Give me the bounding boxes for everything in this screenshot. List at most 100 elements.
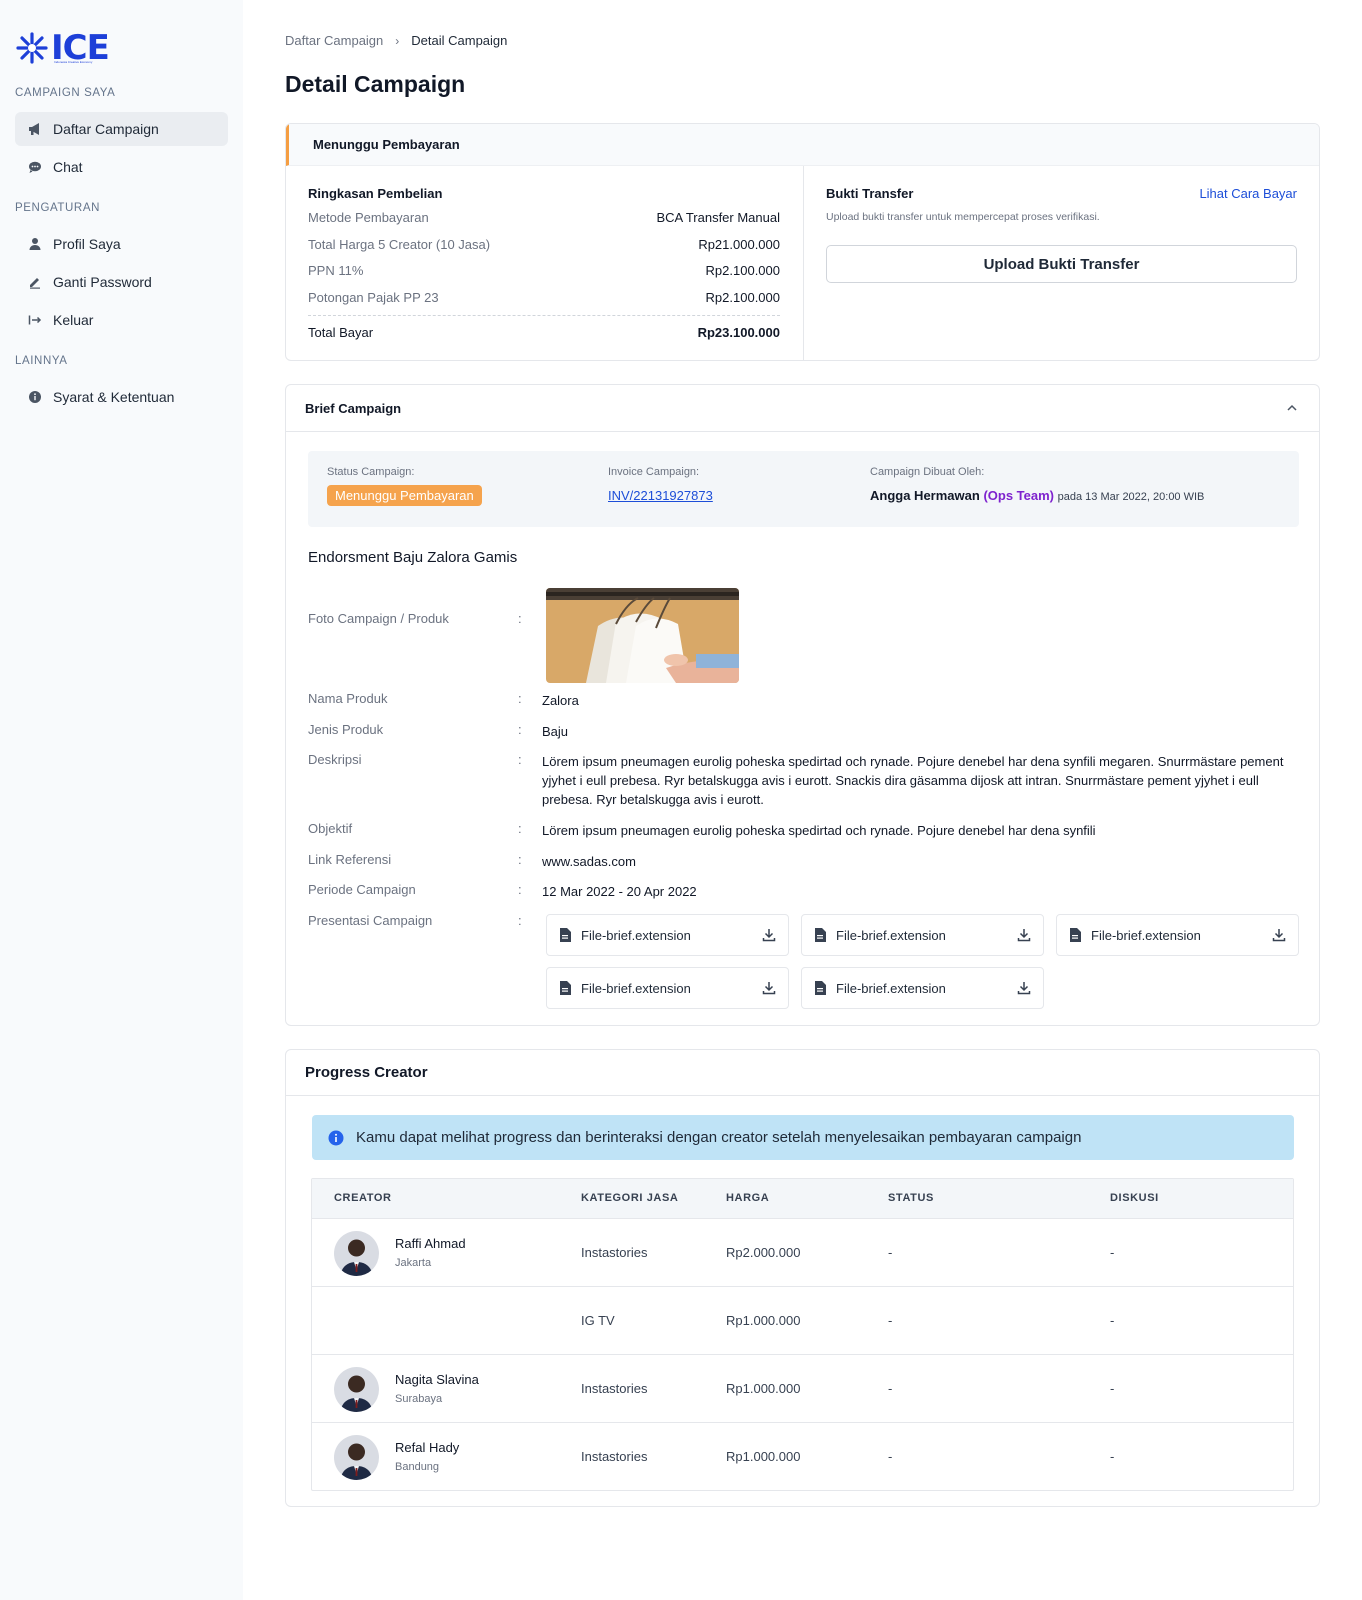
summary-label: Potongan Pajak PP 23 [308,289,439,305]
document-icon [815,981,826,995]
avatar [334,1435,379,1480]
discussion: - [1110,1245,1115,1260]
summary-value: BCA Transfer Manual [656,210,780,225]
summary-label: Metode Pembayaran [308,210,429,225]
file-item[interactable]: File-brief.extension [546,914,789,956]
brand-tagline: Indonesia Creative Economy [54,60,93,64]
download-icon[interactable] [762,981,776,995]
campaign-name: Endorsment Baju Zalora Gamis [308,549,518,566]
total-label: Total Bayar [308,325,374,340]
field-label: Deskripsi [308,752,362,767]
transfer-title: Bukti Transfer [826,186,914,201]
brief-campaign-card: Brief Campaign Status Campaign: Menunggu… [285,384,1320,1026]
document-icon [815,928,826,942]
nav-group-pengaturan: PENGATURAN Profil Saya Ganti Password Ke… [15,201,228,337]
download-icon[interactable] [1272,928,1286,942]
summary-value: Rp2.100.000 [705,289,780,305]
reference-link[interactable]: www.sadas.com [542,852,636,871]
file-item[interactable]: File-brief.extension [546,967,789,1009]
column-header: STATUS [888,1192,934,1204]
sidebar-item-ganti-password[interactable]: Ganti Password [15,265,228,299]
column-header: CREATOR [334,1192,392,1204]
field-presentasi: Presentasi Campaign : [308,913,542,928]
info-banner: Kamu dapat melihat progress dan berinter… [312,1115,1294,1160]
field-label: Link Referensi [308,852,392,867]
download-icon[interactable] [1017,981,1031,995]
nav-group-campaign: CAMPAIGN SAYA Daftar Campaign Chat [15,86,228,184]
megaphone-icon [27,121,43,137]
field-label: Objektif [308,821,353,836]
invoice-link[interactable]: INV/22131927873 [608,488,713,503]
breadcrumb: Daftar Campaign › Detail Campaign [285,33,507,48]
file-name: File-brief.extension [1091,927,1201,943]
price: Rp1.000.000 [726,1313,801,1328]
table-row: Raffi Ahmad Jakarta Instastories Rp2.000… [312,1218,1293,1286]
transfer-hint: Upload bukti transfer untuk mempercepat … [826,211,1100,223]
sidebar-item-daftar-campaign[interactable]: Daftar Campaign [15,112,228,146]
file-name: File-brief.extension [836,980,946,996]
field-label: Jenis Produk [308,722,384,737]
progress-title: Progress Creator [286,1050,1319,1096]
price: Rp1.000.000 [726,1381,801,1396]
campaign-status-box: Status Campaign: Menunggu Pembayaran Inv… [308,451,1299,527]
invoice-col: Invoice Campaign: INV/22131927873 [608,466,713,503]
sidebar-item-profil-saya[interactable]: Profil Saya [15,227,228,261]
upload-proof-button[interactable]: Upload Bukti Transfer [826,245,1297,283]
column-header: KATEGORI JASA [581,1192,679,1204]
created-by-name: Angga Hermawan [870,488,980,503]
document-icon [1070,928,1081,942]
dashed-divider [308,315,780,316]
field-label: Periode Campaign [308,882,416,897]
status: - [888,1313,893,1328]
download-icon[interactable] [762,928,776,942]
column-header: DISKUSI [1110,1192,1159,1204]
field-label: Presentasi Campaign [308,913,433,928]
status: - [888,1245,893,1260]
file-item[interactable]: File-brief.extension [1056,914,1299,956]
created-date: pada 13 Mar 2022, 20:00 WIB [1057,491,1205,503]
field-nama-produk: Nama Produk : Zalora [308,691,579,710]
service-category: IG TV [581,1313,615,1328]
field-value: Lörem ipsum pneumagen eurolig poheska sp… [542,754,1284,807]
brief-header[interactable]: Brief Campaign [286,385,1319,432]
creator-name: Raffi Ahmad [395,1236,466,1251]
payment-card: Menunggu Pembayaran Ringkasan Pembelian … [285,123,1320,361]
sidebar-item-keluar[interactable]: Keluar [15,303,228,337]
total-value: Rp23.100.000 [697,325,780,340]
file-item[interactable]: File-brief.extension [801,914,1044,956]
field-colon: : [518,882,522,897]
invoice-label: Invoice Campaign: [608,466,700,478]
discussion: - [1110,1449,1115,1464]
pencil-icon [27,274,43,290]
download-icon[interactable] [1017,928,1031,942]
file-name: File-brief.extension [581,980,691,996]
nav-section-title: CAMPAIGN SAYA [15,87,116,99]
how-to-pay-link[interactable]: Lihat Cara Bayar [1199,186,1297,209]
service-category: Instastories [581,1449,648,1464]
breadcrumb-link-daftar-campaign[interactable]: Daftar Campaign [285,33,383,48]
summary-label: Total Harga 5 Creator (10 Jasa) [308,236,491,252]
sidebar-item-syarat-ketentuan[interactable]: Syarat & Ketentuan [15,380,228,414]
field-colon: : [518,691,522,706]
chat-icon [27,159,43,175]
table-row: Nagita Slavina Surabaya Instastories Rp1… [312,1354,1293,1422]
sidebar: ICE Indonesia Creative Economy CAMPAIGN … [0,0,243,1600]
sidebar-item-label: Syarat & Ketentuan [53,389,175,405]
status: - [888,1449,893,1464]
summary-row: Potongan Pajak PP 23 Rp2.100.000 [308,289,780,316]
avatar [334,1231,379,1276]
chevron-up-icon[interactable] [1285,401,1299,415]
field-label: Foto Campaign / Produk [308,611,449,626]
sidebar-item-label: Ganti Password [53,274,152,290]
table-row: Refal Hady Bandung Instastories Rp1.000.… [312,1422,1293,1490]
summary-title: Ringkasan Pembelian [308,186,443,201]
sidebar-item-chat[interactable]: Chat [15,150,228,184]
brand-logo[interactable]: ICE [15,28,228,68]
summary-row: Metode Pembayaran BCA Transfer Manual [308,209,780,236]
progress-creator-card: Progress Creator Kamu dapat melihat prog… [285,1049,1320,1507]
creator-city: Jakarta [395,1257,432,1269]
creator-city: Bandung [395,1461,440,1473]
file-item[interactable]: File-brief.extension [801,967,1044,1009]
logout-icon [27,312,43,328]
product-photo[interactable] [546,588,739,683]
